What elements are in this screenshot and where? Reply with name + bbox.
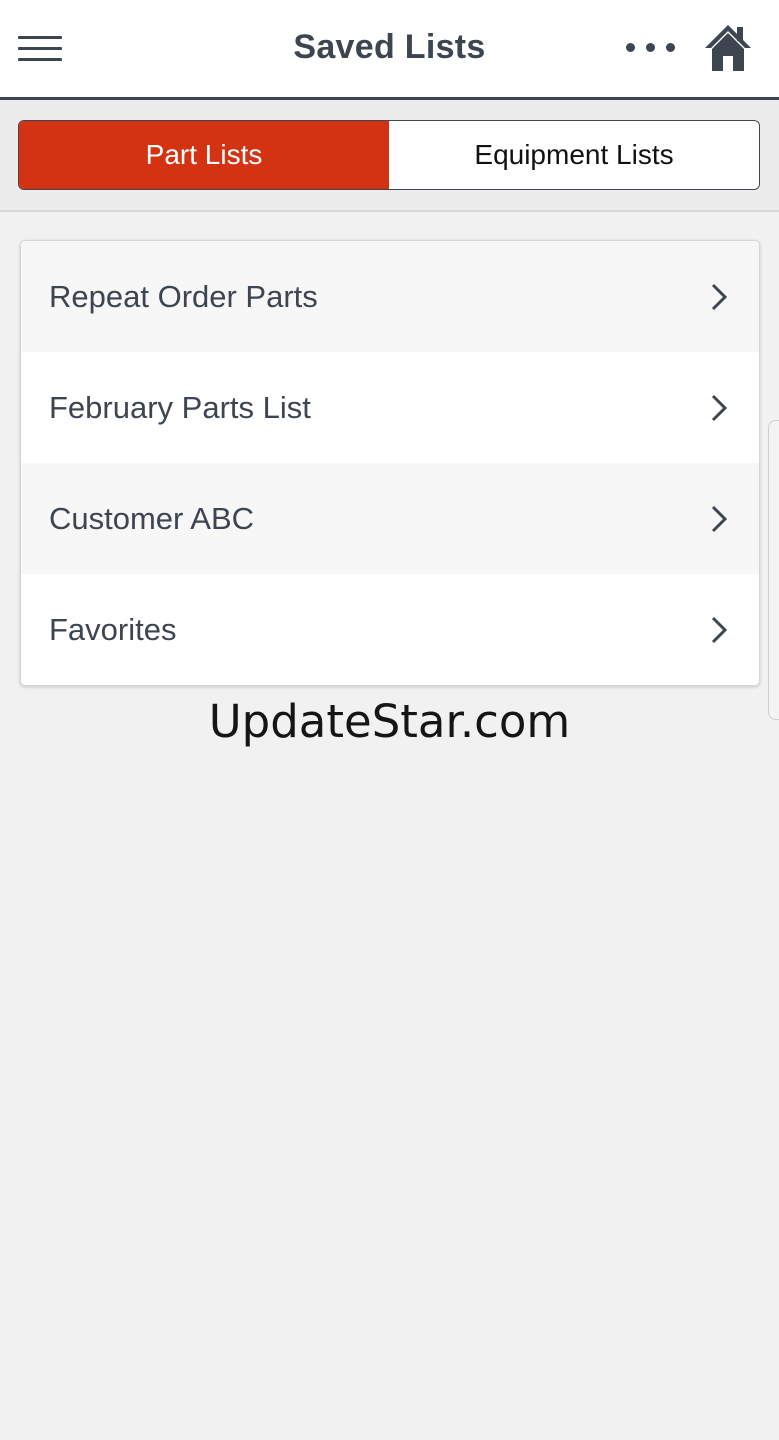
chevron-right-icon: [711, 394, 728, 421]
list-type-segmented-control: Part Lists Equipment Lists: [18, 120, 760, 190]
chevron-right-icon: [711, 505, 728, 532]
chevron-right-icon: [711, 283, 728, 310]
more-horizontal-icon[interactable]: [622, 38, 678, 60]
list-item-february-parts-list[interactable]: February Parts List: [21, 352, 759, 463]
list-item-label: February Parts List: [49, 389, 311, 425]
watermark-text: UpdateStar.com: [208, 695, 571, 748]
list-item-favorites[interactable]: Favorites: [21, 574, 759, 685]
app-header: Saved Lists: [0, 0, 779, 100]
list-item-label: Customer ABC: [49, 500, 255, 536]
home-icon[interactable]: [703, 22, 753, 74]
list-type-selector-bar: Part Lists Equipment Lists: [0, 100, 779, 212]
list-item-label: Favorites: [49, 611, 177, 647]
list-item-label: Repeat Order Parts: [49, 278, 318, 314]
list-item-customer-abc[interactable]: Customer ABC: [21, 463, 759, 574]
tab-equipment-lists[interactable]: Equipment Lists: [389, 121, 759, 189]
saved-lists-card: Repeat Order Parts February Parts List C…: [20, 240, 760, 686]
tab-part-lists[interactable]: Part Lists: [19, 121, 389, 189]
side-drawer-handle[interactable]: [768, 420, 779, 720]
chevron-right-icon: [711, 616, 728, 643]
list-item-repeat-order-parts[interactable]: Repeat Order Parts: [21, 241, 759, 352]
